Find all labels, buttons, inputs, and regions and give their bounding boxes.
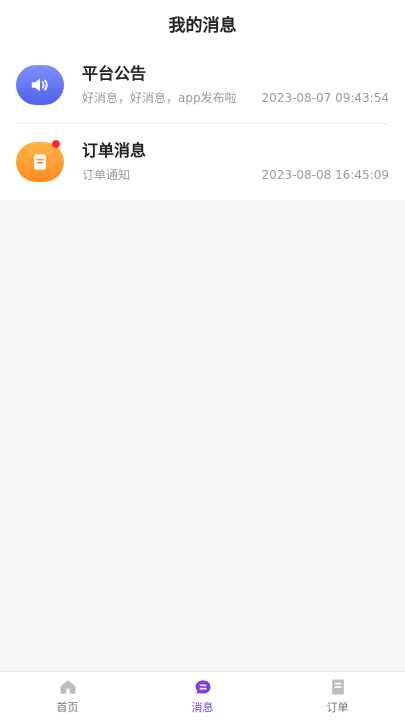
page-title: 我的消息 [168, 15, 237, 36]
tab-order[interactable]: 订单 [270, 672, 405, 720]
message-content: 平台公告 好消息，好消息，app发布啦 2023-08-07 09:43:54 [82, 64, 405, 106]
message-time: 2023-08-07 09:43:54 [261, 90, 389, 105]
document-icon [34, 154, 46, 169]
order-icon [331, 679, 344, 695]
message-content: 订单消息 订单通知 2023-08-08 16:45:09 [82, 141, 405, 183]
message-item-order[interactable]: 订单消息 订单通知 2023-08-08 16:45:09 [0, 123, 405, 200]
tab-label: 订单 [326, 701, 349, 714]
message-title: 平台公告 [82, 63, 147, 83]
message-title: 订单消息 [82, 140, 147, 160]
tab-message[interactable]: 消息 [135, 672, 270, 720]
bottom-tabbar: 首页 消息 订单 [0, 671, 405, 720]
message-preview: 订单通知 [82, 167, 131, 182]
nav-bar: 我的消息 [0, 0, 405, 47]
tab-label: 首页 [56, 701, 79, 714]
message-meta: 订单通知 2023-08-08 16:45:09 [82, 167, 389, 183]
tab-home[interactable]: 首页 [0, 672, 135, 720]
message-icon [195, 680, 210, 694]
tab-label: 消息 [191, 701, 214, 714]
app-page: 我的消息 平台公告 好消息，好消息，app发布啦 2023-08-07 09:4… [0, 0, 405, 720]
message-time: 2023-08-08 16:45:09 [261, 167, 389, 182]
announcement-avatar [16, 64, 64, 105]
speaker-icon [31, 78, 48, 91]
message-preview: 好消息，好消息，app发布啦 [82, 90, 237, 105]
unread-badge [52, 139, 60, 148]
message-item-announcement[interactable]: 平台公告 好消息，好消息，app发布啦 2023-08-07 09:43:54 [0, 46, 405, 123]
home-icon [60, 680, 75, 694]
message-meta: 好消息，好消息，app发布啦 2023-08-07 09:43:54 [82, 90, 389, 106]
message-list: 平台公告 好消息，好消息，app发布啦 2023-08-07 09:43:54 … [0, 46, 405, 200]
order-avatar [16, 139, 64, 182]
